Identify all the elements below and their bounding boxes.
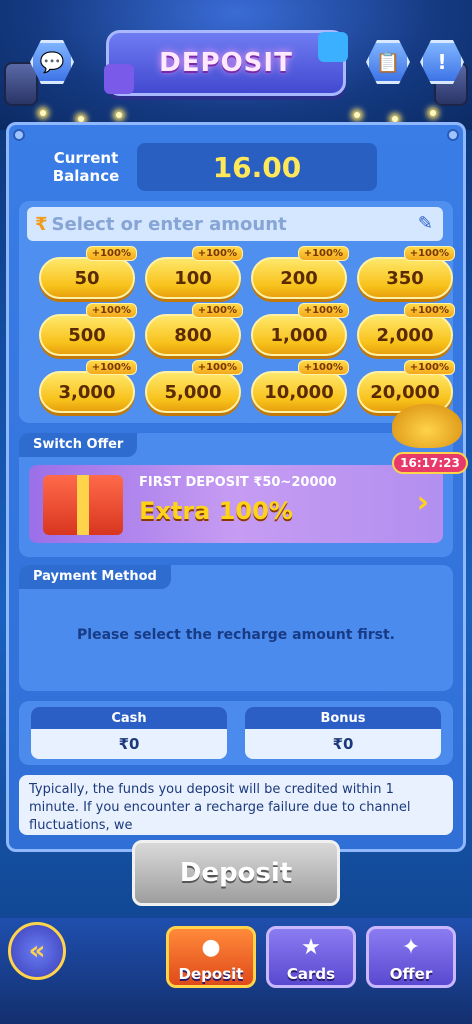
exclamation-icon: ! (437, 50, 447, 74)
offer-section: Switch Offer FIRST DEPOSIT ₹50~20000 Ext… (19, 429, 453, 557)
bonus-tag: +100% (85, 360, 137, 375)
rupee-icon: ₹ (35, 213, 48, 235)
amount-chip[interactable]: 1,000 +100% (251, 303, 349, 356)
bonus-tag: +100% (191, 303, 243, 318)
pencil-icon[interactable]: ✎ (418, 213, 433, 234)
bonus-label: Bonus (245, 707, 441, 729)
amount-chip[interactable]: 800 +100% (145, 303, 243, 356)
wallet-section: Cash ₹0 Bonus ₹0 (19, 701, 453, 765)
coins-icon: ● (201, 934, 221, 960)
notes-icon: 📋 (375, 50, 401, 74)
nav-deposit[interactable]: ● Deposit (166, 926, 256, 988)
offer-headline: Extra 100% (139, 497, 293, 525)
bonus-box: Bonus ₹0 (245, 707, 441, 759)
cash-value: ₹0 (118, 735, 140, 753)
amount-input[interactable]: ₹ Select or enter amount ✎ (27, 207, 443, 241)
bonus-tag: +100% (403, 303, 455, 318)
bonus-tag: +100% (191, 360, 243, 375)
deposit-button[interactable]: Deposit (132, 840, 340, 906)
amount-chip[interactable]: 200 +100% (251, 246, 349, 299)
ticket-deco-icon (318, 32, 348, 62)
chevron-right-icon[interactable]: › (417, 485, 429, 520)
back-button[interactable]: « (8, 922, 66, 980)
bonus-value: ₹0 (332, 735, 354, 753)
balance-label: Current Balance (52, 149, 120, 185)
payment-section: Payment Method Please select the recharg… (19, 565, 453, 691)
double-chevron-left-icon: « (28, 936, 46, 966)
amount-section: ₹ Select or enter amount ✎ 50 +100% 100 +1… (19, 201, 455, 423)
bonus-tag: +100% (297, 246, 349, 261)
spotlight-left (4, 62, 38, 106)
amount-chip[interactable]: 500 +100% (39, 303, 137, 356)
nav-cards[interactable]: ★ Cards (266, 926, 356, 988)
speaker-deco-icon (104, 64, 134, 94)
bonus-tag: +100% (403, 360, 455, 375)
amount-placeholder: Select or enter amount (51, 213, 287, 235)
cash-label: Cash (31, 707, 227, 729)
amount-chip[interactable]: 3,000 +100% (39, 360, 137, 413)
switch-offer-label: Switch Offer (19, 433, 138, 457)
countdown-timer: 16:17:23 (392, 452, 468, 474)
amount-chip[interactable]: 5,000 +100% (145, 360, 243, 413)
gift-icon: ✦ (401, 934, 421, 960)
bonus-tag: +100% (297, 303, 349, 318)
deposit-panel: Current Balance 16.00 ₹ Select or enter … (6, 122, 466, 852)
chat-icon: 💬 (39, 50, 65, 74)
magic-lamp-icon[interactable] (392, 404, 462, 448)
payment-method-label: Payment Method (19, 565, 171, 589)
amount-chip[interactable]: 50 +100% (39, 246, 137, 299)
gift-icon (43, 475, 123, 535)
bonus-tag: +100% (297, 360, 349, 375)
payment-message: Please select the recharge amount first. (77, 627, 395, 643)
bonus-tag: +100% (403, 246, 455, 261)
balance-value: 16.00 (137, 143, 377, 191)
cash-box: Cash ₹0 (31, 707, 227, 759)
offer-subtitle: FIRST DEPOSIT ₹50~20000 (139, 475, 337, 490)
amount-chip[interactable]: 100 +100% (145, 246, 243, 299)
cards-icon: ★ (301, 934, 321, 960)
bonus-tag: +100% (85, 246, 137, 261)
page-title: DEPOSIT (106, 30, 346, 96)
offer-card[interactable]: FIRST DEPOSIT ₹50~20000 Extra 100% › (29, 465, 443, 543)
bonus-tag: +100% (191, 246, 243, 261)
nav-offer[interactable]: ✦ Offer (366, 926, 456, 988)
amount-chip[interactable]: 350 +100% (357, 246, 455, 299)
bonus-tag: +100% (85, 303, 137, 318)
amount-chip[interactable]: 2,000 +100% (357, 303, 455, 356)
deposit-note: Typically, the funds you deposit will be… (19, 775, 453, 835)
amount-chip[interactable]: 10,000 +100% (251, 360, 349, 413)
bottom-nav: « ● Deposit ★ Cards ✦ Offer (0, 918, 472, 1024)
